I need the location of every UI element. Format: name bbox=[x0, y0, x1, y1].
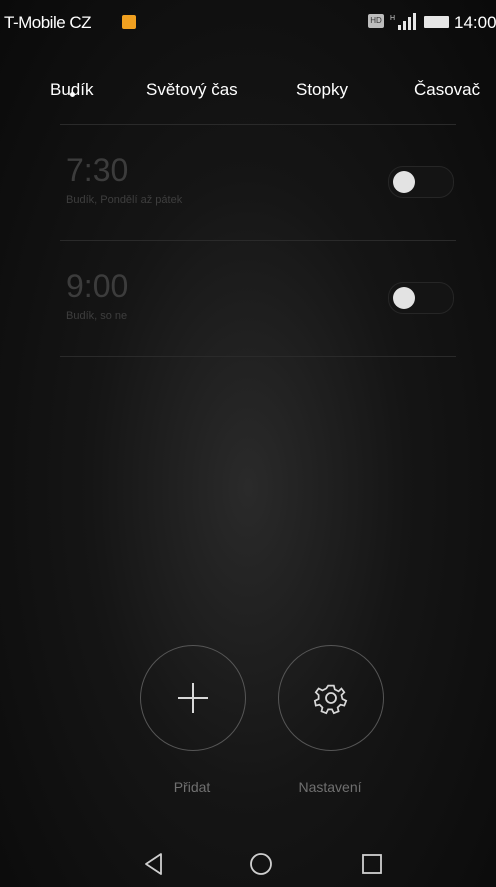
svg-text:H: H bbox=[390, 15, 395, 22]
alarm-toggle[interactable] bbox=[388, 282, 454, 314]
tab-bar: Budík Světový čas Stopky Časovač bbox=[0, 80, 496, 120]
settings-label: Nastavení bbox=[298, 779, 362, 795]
add-alarm-button[interactable] bbox=[140, 645, 246, 751]
alarm-item[interactable]: 9:00 Budík, so ne bbox=[60, 246, 456, 356]
alarm-time: 7:30 bbox=[66, 152, 129, 188]
status-bar: T-Mobile CZ HD H 14:00 bbox=[0, 0, 496, 44]
hd-sim-icon: HD bbox=[368, 14, 384, 28]
tab-budik[interactable]: Budík bbox=[50, 80, 93, 100]
alarm-item[interactable]: 7:30 Budík, Pondělí až pátek bbox=[60, 130, 456, 240]
navigation-bar bbox=[0, 836, 496, 887]
gear-icon bbox=[313, 684, 348, 715]
divider bbox=[60, 240, 456, 241]
alarm-label: Budík, Pondělí až pátek bbox=[66, 194, 183, 206]
alarm-toggle[interactable] bbox=[388, 166, 454, 198]
settings-button[interactable] bbox=[278, 645, 384, 751]
notification-icon bbox=[122, 15, 136, 29]
recents-square-icon[interactable] bbox=[361, 853, 383, 875]
back-triangle-icon[interactable] bbox=[142, 852, 166, 876]
divider bbox=[60, 124, 456, 125]
carrier-name: T-Mobile CZ bbox=[4, 13, 92, 32]
home-circle-icon[interactable] bbox=[249, 852, 273, 876]
tab-svetovy-cas[interactable]: Světový čas bbox=[146, 80, 238, 100]
battery-icon bbox=[424, 16, 449, 28]
alarm-time: 9:00 bbox=[66, 268, 129, 304]
alarm-label: Budík, so ne bbox=[66, 310, 128, 322]
toggle-knob bbox=[393, 171, 415, 193]
tab-casovac[interactable]: Časovač bbox=[414, 80, 480, 100]
toggle-knob bbox=[393, 287, 415, 309]
divider bbox=[60, 356, 456, 357]
tab-stopky[interactable]: Stopky bbox=[296, 80, 348, 100]
signal-icon: H bbox=[390, 13, 416, 30]
status-time: 14:00 bbox=[454, 13, 496, 32]
active-tab-indicator bbox=[70, 92, 75, 97]
add-alarm-label: Přidat bbox=[173, 779, 211, 795]
plus-icon bbox=[192, 683, 194, 713]
